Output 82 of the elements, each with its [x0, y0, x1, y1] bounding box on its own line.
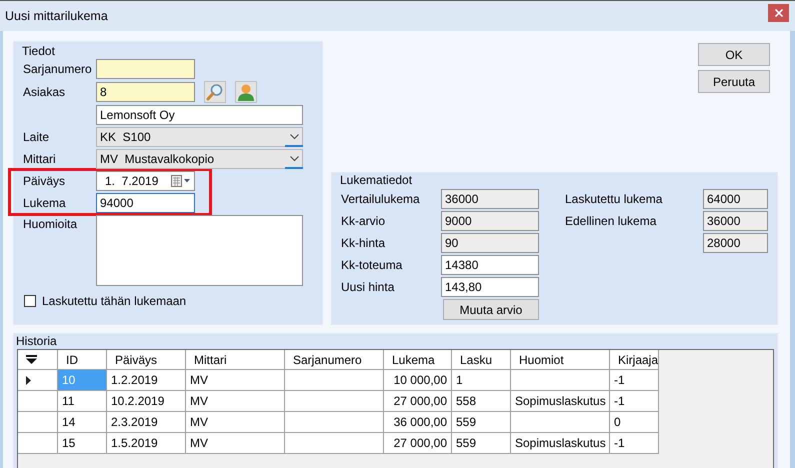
text-field[interactable]: 143,80	[441, 277, 539, 297]
table-cell: MV	[186, 370, 285, 391]
table-cell: 559	[452, 433, 511, 454]
table-cell: Sopimuslaskutus	[511, 433, 610, 454]
field-label: Sarjanumero	[23, 62, 93, 76]
field-label: Mittari	[23, 152, 57, 166]
table-cell: 1	[452, 370, 511, 391]
text-field[interactable]: 14380	[441, 255, 539, 275]
search-button[interactable]	[204, 81, 226, 103]
text-field[interactable]	[96, 59, 195, 79]
table-cell: 15	[58, 433, 107, 454]
estimate-button[interactable]: Muuta arvio	[443, 299, 539, 320]
customer-button[interactable]	[235, 81, 257, 103]
table-cell: MV	[186, 433, 285, 454]
date-picker[interactable]: 1. 7.2019	[96, 171, 195, 191]
table-cell: 10	[58, 370, 107, 391]
close-button[interactable]	[768, 4, 789, 22]
table-cell: MV	[186, 412, 285, 433]
column-header[interactable]: Sarjanumero	[285, 350, 384, 370]
field-label: Laite	[23, 130, 50, 144]
table-cell: MV	[186, 391, 285, 412]
ok-button[interactable]: OK	[698, 43, 770, 66]
notes-field[interactable]	[96, 215, 303, 286]
column-header[interactable]: Lukema	[384, 350, 452, 370]
row-pointer-icon	[26, 376, 31, 384]
text-field[interactable]: 94000	[96, 193, 195, 213]
field-label: Laskutettu lukema	[565, 192, 664, 206]
dropdown-value: MV Mustavalkokopio	[100, 151, 214, 168]
field-label: Kk-arvio	[341, 214, 386, 228]
table-cell: 558	[452, 391, 511, 412]
text-field[interactable]: Lemonsoft Oy	[96, 105, 303, 125]
dropdown[interactable]: KK S100	[96, 127, 303, 147]
group-title: Historia	[16, 334, 58, 349]
column-header[interactable]: Mittari	[186, 350, 285, 370]
table-cell: 10.2.2019	[107, 391, 186, 412]
field-label: Huomioita	[23, 217, 78, 231]
table-cell: Sopimuslaskutus	[511, 391, 610, 412]
checkbox[interactable]	[24, 295, 36, 307]
table-cell: -1	[610, 370, 659, 391]
column-header[interactable]: Kirjaaja	[610, 350, 659, 370]
calendar-dropdown-icon[interactable]	[171, 175, 191, 187]
checkbox-label: Laskutettu tähän lukemaan	[42, 294, 186, 308]
date-value: 1. 7.2019	[105, 173, 158, 190]
cancel-button[interactable]: Peruuta	[698, 70, 770, 93]
chevron-down-icon	[290, 134, 299, 140]
filter-icon[interactable]	[26, 355, 37, 364]
group-title: Lukematiedot	[340, 173, 414, 188]
chevron-down-icon	[290, 156, 299, 162]
group-title: Tiedot	[22, 44, 56, 59]
column-header[interactable]: Päiväys	[107, 350, 186, 370]
field-label: Kk-hinta	[341, 236, 386, 250]
table-cell: 36 000,00	[384, 412, 452, 433]
table-cell: 27 000,00	[384, 391, 452, 412]
field-label: Asiakas	[23, 85, 66, 99]
field-label: Uusi hinta	[341, 280, 396, 294]
table-cell: 14	[58, 412, 107, 433]
text-field[interactable]: 8	[96, 82, 195, 102]
column-header[interactable]: Lasku	[452, 350, 511, 370]
table-cell: 559	[452, 412, 511, 433]
table-cell: 27 000,00	[384, 433, 452, 454]
table-cell: 2.3.2019	[107, 412, 186, 433]
field-label: Päiväys	[23, 174, 66, 188]
column-header[interactable]: Huomiot	[511, 350, 610, 370]
table-cell: 10 000,00	[384, 370, 452, 391]
table-cell: -1	[610, 391, 659, 412]
table-cell: 0	[610, 412, 659, 433]
dropdown[interactable]: MV Mustavalkokopio	[96, 149, 303, 169]
field-label: Kk-toteuma	[341, 258, 404, 272]
table-cell: -1	[610, 433, 659, 454]
field-label: Edellinen lukema	[565, 214, 658, 228]
table-cell: 11	[58, 391, 107, 412]
search-icon	[206, 83, 224, 101]
table-cell: 1.2.2019	[107, 370, 186, 391]
column-header[interactable]: ID	[58, 350, 107, 370]
field-label: Vertailulukema	[341, 192, 421, 206]
window-title: Uusi mittarilukema	[5, 9, 108, 23]
table-cell: 1.5.2019	[107, 433, 186, 454]
dropdown-value: KK S100	[100, 129, 151, 146]
person-icon	[237, 83, 255, 101]
field-label: Lukema	[23, 196, 67, 210]
close-icon	[774, 9, 782, 17]
row-header[interactable]	[18, 370, 58, 391]
